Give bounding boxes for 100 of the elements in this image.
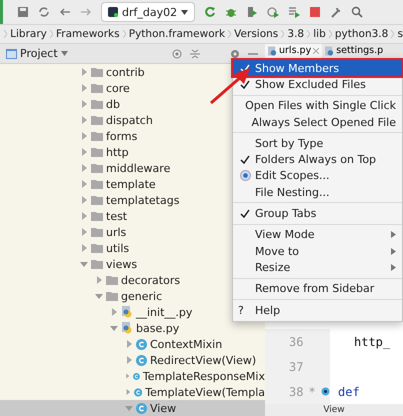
menu-item[interactable]: Show Members	[233, 60, 402, 76]
run-config-icon	[108, 7, 118, 17]
caret-icon	[181, 10, 188, 14]
folder-icon	[91, 83, 103, 93]
folder-icon	[106, 291, 118, 301]
expanded-arrow-icon[interactable]	[125, 404, 133, 412]
breadcrumb-item[interactable]: Frameworks	[56, 28, 120, 40]
menu-item[interactable]: Edit Scopes...	[233, 168, 402, 184]
collapsed-arrow-icon[interactable]	[110, 308, 118, 316]
collapsed-arrow-icon[interactable]	[95, 276, 103, 284]
submenu-arrow-icon	[391, 264, 396, 271]
editor-breadcrumb[interactable]: View	[265, 404, 403, 416]
locate-icon[interactable]	[171, 48, 183, 60]
folder-icon	[91, 195, 103, 205]
breadcrumb-item[interactable]: lib	[313, 28, 326, 40]
python-file-icon	[268, 46, 277, 56]
chevron-icon	[391, 29, 394, 39]
chevron-icon	[4, 29, 8, 39]
folder-icon	[106, 275, 118, 285]
chevron-icon	[328, 29, 332, 39]
menu-item[interactable]: Move to	[233, 242, 402, 260]
menu-item[interactable]: Open Files with Single Click	[233, 98, 402, 114]
menu-item[interactable]: View Mode	[233, 226, 402, 243]
editor-tab[interactable]: settings.p	[322, 44, 386, 63]
line-number: 36	[289, 334, 304, 348]
breadcrumb-item[interactable]: Python.framework	[128, 28, 226, 40]
folder-icon	[91, 243, 103, 253]
chevron-icon	[307, 29, 310, 39]
back-icon[interactable]	[59, 6, 71, 18]
class-icon	[134, 386, 142, 398]
panel-icon	[6, 48, 17, 58]
help-glyph: ?	[238, 304, 245, 316]
tree-item[interactable]: TemplateResponseMix	[0, 368, 265, 384]
class-icon	[136, 338, 147, 350]
breadcrumb-item[interactable]: s	[397, 28, 403, 40]
override-icon	[320, 387, 330, 396]
python-file-icon	[121, 306, 133, 318]
expanded-arrow-icon[interactable]	[110, 324, 118, 332]
stop-icon[interactable]	[309, 6, 322, 18]
project-view-dropdown[interactable]: Project	[6, 47, 68, 60]
search-icon[interactable]	[351, 6, 364, 18]
menu-item[interactable]: Resize	[233, 259, 402, 276]
folder-icon	[91, 211, 103, 221]
menu-item[interactable]: Remove from Sidebar	[233, 280, 402, 297]
menu-item[interactable]: ? Help	[233, 302, 402, 318]
coverage-icon[interactable]	[246, 6, 258, 18]
folder-icon	[91, 99, 103, 109]
breadcrumb-item[interactable]: Library	[10, 28, 47, 40]
chevron-icon	[122, 29, 126, 39]
class-icon	[136, 354, 147, 366]
settings-icon[interactable]	[229, 48, 241, 60]
breadcrumb-item[interactable]: 3.8	[287, 28, 304, 40]
menu-item[interactable]: Group Tabs	[233, 205, 402, 222]
folder-icon	[91, 179, 103, 189]
expanded-arrow-icon[interactable]	[80, 260, 88, 268]
folder-icon	[91, 147, 103, 157]
forward-icon[interactable]	[80, 6, 92, 18]
submenu-arrow-icon	[391, 231, 396, 238]
rerun-icon[interactable]	[204, 6, 216, 18]
breadcrumb-item[interactable]: python3.8	[334, 28, 388, 40]
class-icon	[136, 402, 147, 414]
tree-item[interactable]: RedirectView(View)	[0, 352, 265, 368]
sync-icon[interactable]	[38, 6, 50, 18]
code-text: http_	[353, 334, 390, 348]
bug-icon[interactable]	[225, 6, 238, 18]
run-configuration-dropdown[interactable]: drf_day02	[101, 2, 196, 22]
chevron-icon	[50, 29, 53, 39]
menu-item[interactable]: Folders Always on Top	[233, 151, 402, 168]
menu-item[interactable]: File Nesting...	[233, 184, 402, 200]
line-number: 38	[289, 384, 304, 398]
chevron-icon	[228, 29, 232, 39]
run-list-icon[interactable]	[288, 6, 300, 18]
profiler-icon[interactable]	[267, 6, 280, 18]
menu-item[interactable]: Always Select Opened File	[233, 114, 402, 130]
tree-item[interactable]: base.py	[0, 320, 265, 336]
tree-item[interactable]: View	[0, 400, 265, 416]
save-icon[interactable]	[17, 6, 29, 18]
menu-item[interactable]: Show Excluded Files	[233, 76, 402, 93]
menu-item[interactable]: Sort by Type	[233, 135, 402, 152]
tree-item[interactable]: ContextMixin	[0, 336, 265, 352]
line-number: 37	[289, 360, 304, 374]
folder-icon	[91, 115, 103, 125]
folder-icon	[91, 227, 103, 237]
folder-icon	[91, 131, 103, 141]
tree-item[interactable]: TemplateView(Templa	[0, 384, 265, 400]
submenu-arrow-icon	[391, 248, 396, 255]
python-file-icon	[121, 322, 133, 334]
expanded-arrow-icon[interactable]	[95, 292, 103, 300]
class-icon	[133, 370, 140, 382]
gutter-marker: *	[308, 384, 316, 398]
folder-icon	[91, 67, 103, 77]
folder-icon	[91, 163, 103, 173]
breadcrumb-item[interactable]: Versions	[234, 28, 278, 40]
wrench-icon[interactable]	[330, 6, 342, 18]
collapse-all-icon[interactable]	[189, 48, 201, 60]
chevron-icon	[281, 29, 284, 39]
close-icon[interactable]	[313, 48, 320, 54]
code-text: def	[337, 384, 360, 398]
folder-icon	[91, 259, 103, 269]
python-file-icon	[325, 46, 334, 56]
